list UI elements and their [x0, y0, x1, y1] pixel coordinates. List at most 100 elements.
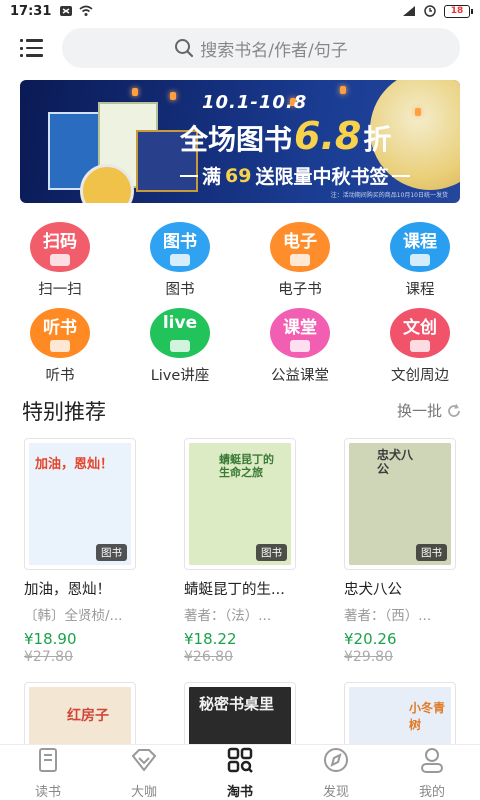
- battery-indicator: 18: [444, 4, 473, 18]
- banner-date: 10.1-10.8: [202, 92, 308, 113]
- search-icon: [175, 39, 194, 58]
- book-cover-title: 小冬青树: [409, 701, 446, 732]
- category-icon-text: 电子: [283, 232, 317, 252]
- category-4[interactable]: 听书 听书: [10, 308, 110, 388]
- category-label: 课程: [405, 282, 435, 298]
- nav-tab-4[interactable]: 我的: [384, 745, 480, 800]
- category-deco-icon: [170, 254, 190, 266]
- compass-icon: [321, 745, 351, 779]
- category-label: 扫一扫: [38, 282, 82, 298]
- book-author: 著者：（西）...: [344, 608, 432, 624]
- book-title: 忠犬八公: [344, 582, 402, 598]
- search-placeholder: 搜索书名/作者/句子: [200, 40, 348, 61]
- nav-tab-label: 我的: [418, 785, 445, 800]
- book-original-price: ¥29.80: [344, 649, 393, 665]
- category-icon-text: 扫码: [43, 232, 77, 252]
- refresh-button[interactable]: 换一批: [397, 400, 462, 421]
- category-0[interactable]: 扫码 扫一扫: [10, 222, 110, 302]
- category-icon: 文创: [390, 308, 450, 358]
- status-bar: 17:31 18: [0, 0, 480, 22]
- category-deco-icon: [50, 254, 70, 266]
- category-icon: 扫码: [30, 222, 90, 272]
- book-card[interactable]: 秘密书桌里: [184, 682, 296, 752]
- diamond-icon: [129, 745, 159, 779]
- category-3[interactable]: 课程 课程: [370, 222, 470, 302]
- refresh-label: 换一批: [396, 402, 442, 420]
- lantern-icon: [132, 88, 138, 96]
- status-time: 17:31: [10, 3, 52, 19]
- category-2[interactable]: 电子 电子书: [250, 222, 350, 302]
- book-original-price: ¥27.80: [24, 649, 73, 665]
- banner-note: 注：活动期间购买的商品10月10日统一发货: [330, 192, 448, 199]
- book-cover[interactable]: 蜻蜓昆丁的生命之旅图书: [184, 438, 296, 570]
- category-icon-text: 图书: [163, 232, 197, 252]
- category-label: 公益课堂: [271, 368, 329, 384]
- book-card[interactable]: 加油，恩灿！ 图书 加油，恩灿！ 〔韩〕全贤桢/... ¥18.90 ¥27.80: [24, 438, 152, 665]
- promo-banner[interactable]: 10.1-10.8 全场图书 6.8 折 满 69 送限量中秋书签 注：活动期间…: [20, 80, 460, 203]
- nav-tab-label: 大咖: [130, 785, 157, 800]
- book-cover-title: 加油，恩灿！: [35, 457, 114, 472]
- lantern-icon: [170, 92, 176, 100]
- book-cover[interactable]: 加油，恩灿！ 图书: [24, 438, 136, 570]
- book-type-badge: 图书: [416, 544, 447, 561]
- book-original-price: ¥26.80: [184, 649, 233, 665]
- book-cover[interactable]: 忠犬八公图书: [344, 438, 456, 570]
- book-cover-title: 忠犬八公: [377, 448, 414, 476]
- nav-tab-0[interactable]: 读书: [0, 745, 96, 800]
- category-icon-text: 文创: [403, 318, 437, 338]
- nav-tab-2[interactable]: 淘书: [192, 745, 288, 800]
- nav-tab-3[interactable]: 发现: [288, 745, 384, 800]
- category-deco-icon: [290, 254, 310, 266]
- book-author: 〔韩〕全贤桢/...: [24, 608, 123, 624]
- category-icon: 电子: [270, 222, 330, 272]
- book-cover-title: 秘密书桌里: [199, 695, 275, 713]
- menu-icon[interactable]: [20, 39, 44, 57]
- banner-subline: 满 69 送限量中秋书签: [180, 162, 411, 189]
- bottom-nav: 读书 大咖 淘书 发现 我的: [0, 744, 480, 800]
- category-deco-icon: [290, 340, 310, 352]
- category-icon: 课程: [390, 222, 450, 272]
- nav-tab-1[interactable]: 大咖: [96, 745, 192, 800]
- book-cover-title: 红房子: [67, 708, 109, 724]
- section-title: 特别推荐: [22, 400, 106, 424]
- book-card[interactable]: 蜻蜓昆丁的生命之旅 图书 蜻蜓昆丁的生... 著者：（法）... ¥18.22 ¥26.8…: [184, 438, 312, 665]
- nav-tab-label: 发现: [322, 785, 349, 800]
- grid-search-icon: [225, 745, 255, 779]
- lantern-icon: [340, 86, 346, 94]
- banner-books-illustration: [48, 102, 198, 203]
- book-card[interactable]: 小冬青树: [344, 682, 456, 752]
- category-deco-icon: [50, 340, 70, 352]
- book-price: ¥18.90: [24, 630, 77, 648]
- book-card[interactable]: 忠犬八公 图书 忠犬八公 著者：（西）... ¥20.26 ¥29.80: [344, 438, 472, 665]
- category-deco-icon: [170, 340, 190, 352]
- category-icon: live: [150, 308, 210, 358]
- category-label: 图书: [165, 282, 195, 298]
- category-icon-text: 课堂: [283, 318, 317, 338]
- category-icon-text: live: [162, 313, 198, 333]
- book-title: 加油，恩灿！: [24, 582, 111, 598]
- category-7[interactable]: 文创 文创周边: [370, 308, 470, 388]
- book-card[interactable]: 红房子: [24, 682, 136, 752]
- book-title: 蜻蜓昆丁的生...: [184, 582, 285, 598]
- category-icon: 图书: [150, 222, 210, 272]
- category-1[interactable]: 图书 图书: [130, 222, 230, 302]
- book-type-badge: 图书: [256, 544, 287, 561]
- category-5[interactable]: live Live讲座: [130, 308, 230, 388]
- book-price: ¥20.26: [344, 630, 397, 648]
- wifi-icon: [79, 5, 93, 16]
- category-icon-text: 课程: [403, 232, 437, 252]
- lantern-icon: [415, 108, 421, 116]
- book-type-badge: 图书: [96, 544, 127, 561]
- search-input[interactable]: 搜索书名/作者/句子: [62, 28, 460, 68]
- person-icon: [417, 745, 447, 779]
- category-label: 文创周边: [391, 368, 449, 384]
- alarm-icon: [424, 5, 436, 17]
- category-icon: 课堂: [270, 308, 330, 358]
- refresh-icon: [448, 403, 460, 417]
- category-6[interactable]: 课堂 公益课堂: [250, 308, 350, 388]
- category-deco-icon: [410, 254, 430, 266]
- book-author: 著者：（法）...: [184, 608, 272, 624]
- nav-tab-label: 淘书: [226, 785, 253, 800]
- category-icon: 听书: [30, 308, 90, 358]
- book-cover-title: 蜻蜓昆丁的生命之旅: [219, 453, 274, 480]
